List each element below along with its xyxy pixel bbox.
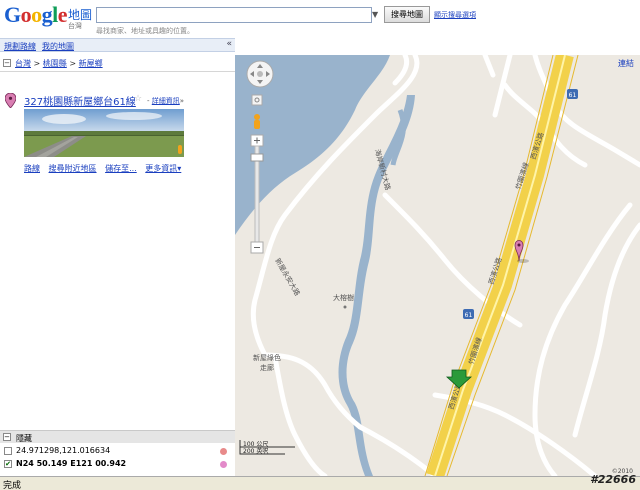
pan-hand-icon	[257, 71, 263, 77]
road-label: 新屋永安大路	[273, 257, 302, 298]
search-dropdown-icon[interactable]: ▼	[372, 10, 378, 19]
left-panel: 規劃路線 我的地圖 « − 台灣 > 桃園縣 > 新屋鄉 327桃園縣新屋鄉台6…	[0, 38, 235, 476]
header: Google 地圖 台灣 ▼ 搜尋地圖 顯示搜尋選項 尋找商家、地址或具趣的位置…	[0, 0, 640, 38]
place-actions: 路線 搜尋附近地區 儲存至... 更多資訊▾	[24, 163, 187, 174]
zoom-in-button[interactable]	[250, 134, 264, 147]
hidden-section-header[interactable]: − 隱藏	[0, 430, 235, 443]
list-item[interactable]: 24.971298,121.016634	[0, 446, 235, 458]
breadcrumb-separator: >	[33, 59, 41, 68]
collapse-toggle-icon[interactable]: −	[3, 433, 11, 441]
map-link-button[interactable]: 連結	[618, 58, 634, 69]
shield-label: 61	[569, 92, 577, 99]
area-label: 走廊	[260, 363, 274, 372]
collapse-panel-icon[interactable]: «	[226, 39, 232, 49]
scale-metric: 100 公尺	[243, 441, 268, 448]
panel-tabs: 規劃路線 我的地圖 «	[0, 38, 235, 52]
checkbox-checked[interactable]: ✔	[4, 460, 12, 468]
place-title-link[interactable]: 327桃園縣新屋鄉台61線	[24, 93, 136, 108]
zoom-out-button[interactable]	[250, 241, 264, 254]
scale-imperial: 200 英呎	[243, 447, 268, 455]
street-view-thumbnail[interactable]	[24, 109, 184, 157]
more-info-link[interactable]: 更多資訊▾	[145, 164, 181, 173]
details-link[interactable]: - 詳細資訊»	[147, 96, 184, 106]
item-label: N24 50.149 E121 00.942	[16, 459, 127, 468]
divider	[0, 71, 235, 72]
map-canvas[interactable]: 61 61 海岸新村大路 新屋永安大路 大榕樹 新屋綠色 走廊 西濱公路 竹圍濱…	[235, 55, 640, 476]
search-nearby-link[interactable]: 搜尋附近地區	[49, 164, 97, 173]
tab-my-maps[interactable]: 我的地圖	[42, 41, 74, 52]
show-search-options-link[interactable]: 顯示搜尋選項	[434, 10, 476, 20]
landmark-dot-icon	[343, 305, 347, 309]
google-logo[interactable]: Google	[4, 2, 68, 28]
shield-label: 61	[465, 312, 473, 319]
breadcrumb-taiwan[interactable]: 台灣	[15, 59, 31, 68]
region-label: 台灣	[68, 22, 82, 30]
tab-directions[interactable]: 規劃路線	[4, 41, 36, 52]
landmark-label: 大榕樹	[333, 293, 354, 302]
save-to-link[interactable]: 儲存至...	[105, 164, 137, 173]
breadcrumb-xinwu[interactable]: 新屋鄉	[79, 59, 103, 68]
star-icon[interactable]: ☆	[134, 94, 142, 104]
breadcrumb-toggle-icon[interactable]: −	[3, 59, 11, 67]
breadcrumb: 台灣 > 桃園縣 > 新屋鄉	[15, 58, 103, 69]
place-marker-icon[interactable]	[5, 93, 16, 108]
list-item[interactable]: ✔ N24 50.149 E121 00.942	[0, 459, 235, 471]
checkbox[interactable]	[4, 447, 12, 455]
marker-color-icon	[220, 448, 227, 455]
watermark: #22666	[590, 473, 636, 486]
search-maps-button[interactable]: 搜尋地圖	[384, 6, 430, 23]
pegman-icon[interactable]	[254, 114, 260, 129]
details-link-label: 詳細資訊	[151, 97, 180, 105]
breadcrumb-separator: >	[69, 59, 77, 68]
zoom-slider-handle[interactable]	[250, 153, 264, 162]
search-input[interactable]	[96, 7, 372, 23]
breadcrumb-taoyuan[interactable]: 桃園縣	[43, 59, 67, 68]
pegman-icon	[178, 145, 182, 154]
reset-view-button[interactable]	[251, 94, 263, 106]
marker-color-icon	[220, 461, 227, 468]
status-bar: 完成 #22666	[0, 473, 640, 490]
status-text: 完成	[3, 481, 22, 490]
search-hint: 尋找商家、地址或具趣的位置。	[96, 27, 194, 35]
directions-link[interactable]: 路線	[24, 164, 40, 173]
area-label: 新屋綠色	[253, 353, 281, 362]
hidden-section-label: 隱藏	[16, 434, 32, 443]
item-label: 24.971298,121.016634	[16, 446, 111, 455]
